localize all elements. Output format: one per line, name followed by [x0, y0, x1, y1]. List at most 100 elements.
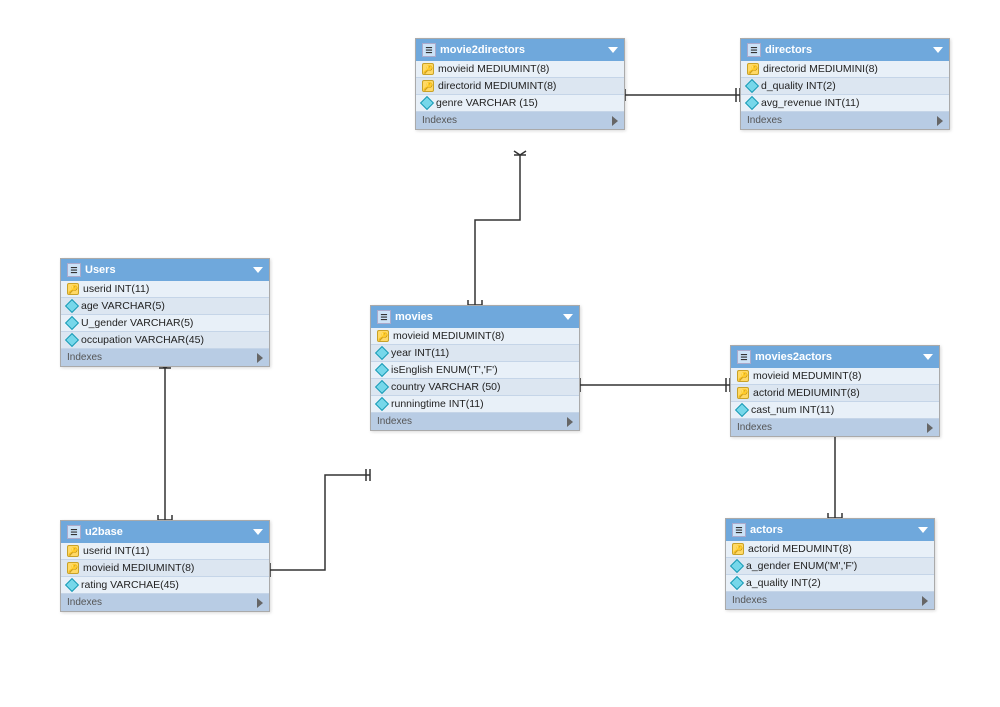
diamond-icon — [375, 397, 389, 411]
diamond-icon — [65, 299, 79, 313]
field-name: actorid MEDUMINT(8) — [748, 543, 852, 555]
field-row[interactable]: country VARCHAR (50) — [371, 379, 579, 396]
table-title: directors — [765, 44, 812, 56]
field-row[interactable]: isEnglish ENUM('T','F') — [371, 362, 579, 379]
field-row[interactable]: 🔑 actorid MEDIUMINT(8) — [731, 385, 939, 402]
field-row[interactable]: age VARCHAR(5) — [61, 298, 269, 315]
table-icon: ☰ — [377, 310, 391, 324]
field-name: genre VARCHAR (15) — [436, 97, 538, 109]
diamond-icon — [65, 316, 79, 330]
table-directors-header[interactable]: ☰ directors — [741, 39, 949, 61]
field-row[interactable]: a_quality INT(2) — [726, 575, 934, 592]
indexes-label: Indexes — [422, 115, 457, 126]
dropdown-arrow-icon[interactable] — [918, 527, 928, 533]
diamond-icon — [375, 380, 389, 394]
field-name: year INT(11) — [391, 347, 449, 359]
diamond-icon — [65, 333, 79, 347]
field-row[interactable]: occupation VARCHAR(45) — [61, 332, 269, 349]
table-icon: ☰ — [732, 523, 746, 537]
table-users[interactable]: ☰ Users 🔑 userid INT(11) age VARCHAR(5) … — [60, 258, 270, 367]
dropdown-arrow-icon[interactable] — [933, 47, 943, 53]
table-movies[interactable]: ☰ movies 🔑 movieid MEDIUMINT(8) year INT… — [370, 305, 580, 431]
table-directors[interactable]: ☰ directors 🔑 directorid MEDIUMINI(8) d_… — [740, 38, 950, 130]
table-indexes[interactable]: Indexes — [371, 413, 579, 430]
field-row[interactable]: 🔑 userid INT(11) — [61, 543, 269, 560]
table-movie2directors[interactable]: ☰ movie2directors 🔑 movieid MEDIUMINT(8)… — [415, 38, 625, 130]
key-icon: 🔑 — [422, 63, 434, 75]
diamond-icon — [375, 363, 389, 377]
field-name: directorid MEDIUMINI(8) — [763, 63, 878, 75]
dropdown-arrow-icon[interactable] — [563, 314, 573, 320]
field-name: a_gender ENUM('M','F') — [746, 560, 857, 572]
field-row[interactable]: 🔑 directorid MEDIUMINI(8) — [741, 61, 949, 78]
dropdown-arrow-icon[interactable] — [923, 354, 933, 360]
dropdown-arrow-icon[interactable] — [253, 529, 263, 535]
field-row[interactable]: runningtime INT(11) — [371, 396, 579, 413]
table-indexes[interactable]: Indexes — [61, 349, 269, 366]
field-name: country VARCHAR (50) — [391, 381, 501, 393]
table-icon: ☰ — [747, 43, 761, 57]
dropdown-arrow-icon[interactable] — [608, 47, 618, 53]
indexes-arrow-icon[interactable] — [612, 116, 618, 126]
field-row[interactable]: genre VARCHAR (15) — [416, 95, 624, 112]
indexes-arrow-icon[interactable] — [257, 353, 263, 363]
table-movies2actors[interactable]: ☰ movies2actors 🔑 movieid MEDUMINT(8) 🔑 … — [730, 345, 940, 437]
field-row[interactable]: 🔑 movieid MEDIUMINT(8) — [371, 328, 579, 345]
indexes-label: Indexes — [377, 416, 412, 427]
field-row[interactable]: 🔑 directorid MEDIUMINT(8) — [416, 78, 624, 95]
table-indexes[interactable]: Indexes — [61, 594, 269, 611]
table-users-header[interactable]: ☰ Users — [61, 259, 269, 281]
field-row[interactable]: 🔑 movieid MEDUMINT(8) — [731, 368, 939, 385]
key-icon: 🔑 — [67, 283, 79, 295]
field-row[interactable]: 🔑 userid INT(11) — [61, 281, 269, 298]
field-name: runningtime INT(11) — [391, 398, 484, 410]
table-u2base[interactable]: ☰ u2base 🔑 userid INT(11) 🔑 movieid MEDI… — [60, 520, 270, 612]
table-movies-header[interactable]: ☰ movies — [371, 306, 579, 328]
indexes-arrow-icon[interactable] — [922, 596, 928, 606]
table-indexes[interactable]: Indexes — [731, 419, 939, 436]
indexes-label: Indexes — [737, 422, 772, 433]
table-indexes[interactable]: Indexes — [416, 112, 624, 129]
indexes-arrow-icon[interactable] — [937, 116, 943, 126]
indexes-arrow-icon[interactable] — [257, 598, 263, 608]
table-actors[interactable]: ☰ actors 🔑 actorid MEDUMINT(8) a_gender … — [725, 518, 935, 610]
table-indexes[interactable]: Indexes — [741, 112, 949, 129]
table-movies2actors-header[interactable]: ☰ movies2actors — [731, 346, 939, 368]
field-row[interactable]: 🔑 movieid MEDIUMINT(8) — [61, 560, 269, 577]
field-name: directorid MEDIUMINT(8) — [438, 80, 556, 92]
field-row[interactable]: d_quality INT(2) — [741, 78, 949, 95]
field-row[interactable]: a_gender ENUM('M','F') — [726, 558, 934, 575]
diamond-icon — [730, 559, 744, 573]
field-name: avg_revenue INT(11) — [761, 97, 859, 109]
field-name: occupation VARCHAR(45) — [81, 334, 204, 346]
field-name: movieid MEDUMINT(8) — [753, 370, 862, 382]
field-name: movieid MEDIUMINT(8) — [438, 63, 549, 75]
field-name: a_quality INT(2) — [746, 577, 821, 589]
field-row[interactable]: 🔑 actorid MEDUMINT(8) — [726, 541, 934, 558]
table-u2base-header[interactable]: ☰ u2base — [61, 521, 269, 543]
key-icon: 🔑 — [732, 543, 744, 555]
indexes-arrow-icon[interactable] — [567, 417, 573, 427]
field-row[interactable]: year INT(11) — [371, 345, 579, 362]
table-indexes[interactable]: Indexes — [726, 592, 934, 609]
diamond-icon — [735, 403, 749, 417]
field-row[interactable]: cast_num INT(11) — [731, 402, 939, 419]
diamond-icon — [420, 96, 434, 110]
field-row[interactable]: rating VARCHAE(45) — [61, 577, 269, 594]
indexes-label: Indexes — [67, 352, 102, 363]
diamond-icon — [65, 578, 79, 592]
key-icon: 🔑 — [422, 80, 434, 92]
table-movie2directors-header[interactable]: ☰ movie2directors — [416, 39, 624, 61]
table-actors-header[interactable]: ☰ actors — [726, 519, 934, 541]
field-row[interactable]: 🔑 movieid MEDIUMINT(8) — [416, 61, 624, 78]
field-name: age VARCHAR(5) — [81, 300, 165, 312]
field-name: isEnglish ENUM('T','F') — [391, 364, 498, 376]
field-row[interactable]: U_gender VARCHAR(5) — [61, 315, 269, 332]
dropdown-arrow-icon[interactable] — [253, 267, 263, 273]
table-title: u2base — [85, 526, 123, 538]
indexes-arrow-icon[interactable] — [927, 423, 933, 433]
field-name: movieid MEDIUMINT(8) — [83, 562, 194, 574]
table-title: movie2directors — [440, 44, 525, 56]
field-name: cast_num INT(11) — [751, 404, 834, 416]
field-row[interactable]: avg_revenue INT(11) — [741, 95, 949, 112]
